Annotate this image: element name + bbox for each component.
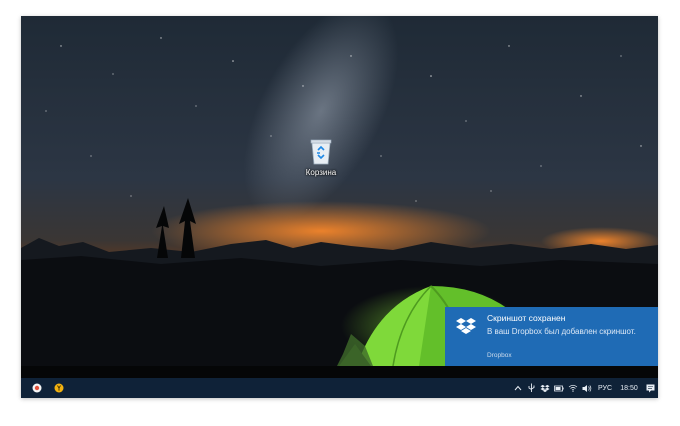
recycle-bin-icon (307, 136, 335, 166)
browser-app-icon[interactable] (29, 378, 45, 398)
wifi-icon[interactable] (567, 378, 579, 398)
usb-icon[interactable] (525, 378, 537, 398)
screen: Корзина Скриншот сохранен В ваш Dropbox … (21, 16, 658, 398)
notification-source: Dropbox (487, 352, 512, 359)
volume-icon[interactable] (581, 378, 593, 398)
dropbox-tray-icon[interactable] (539, 378, 551, 398)
action-center-icon[interactable] (643, 378, 657, 398)
desktop-icon-recycle-bin[interactable]: Корзина (297, 136, 345, 177)
dropbox-notification[interactable]: Скриншот сохранен В ваш Dropbox был доба… (445, 307, 658, 366)
taskbar: РУС 18:50 (21, 378, 658, 398)
battery-icon[interactable] (553, 378, 565, 398)
notification-title: Скриншот сохранен (487, 313, 566, 323)
language-indicator[interactable]: РУС (595, 378, 615, 398)
desktop: Корзина Скриншот сохранен В ваш Dropbox … (21, 16, 658, 378)
chevron-up-icon[interactable] (512, 378, 524, 398)
clock[interactable]: 18:50 (617, 378, 641, 398)
recycle-bin-label: Корзина (305, 168, 337, 177)
notification-body: В ваш Dropbox был добавлен скриншот. (487, 327, 636, 336)
dropbox-icon (455, 316, 477, 338)
yandex-app-icon[interactable] (51, 378, 67, 398)
